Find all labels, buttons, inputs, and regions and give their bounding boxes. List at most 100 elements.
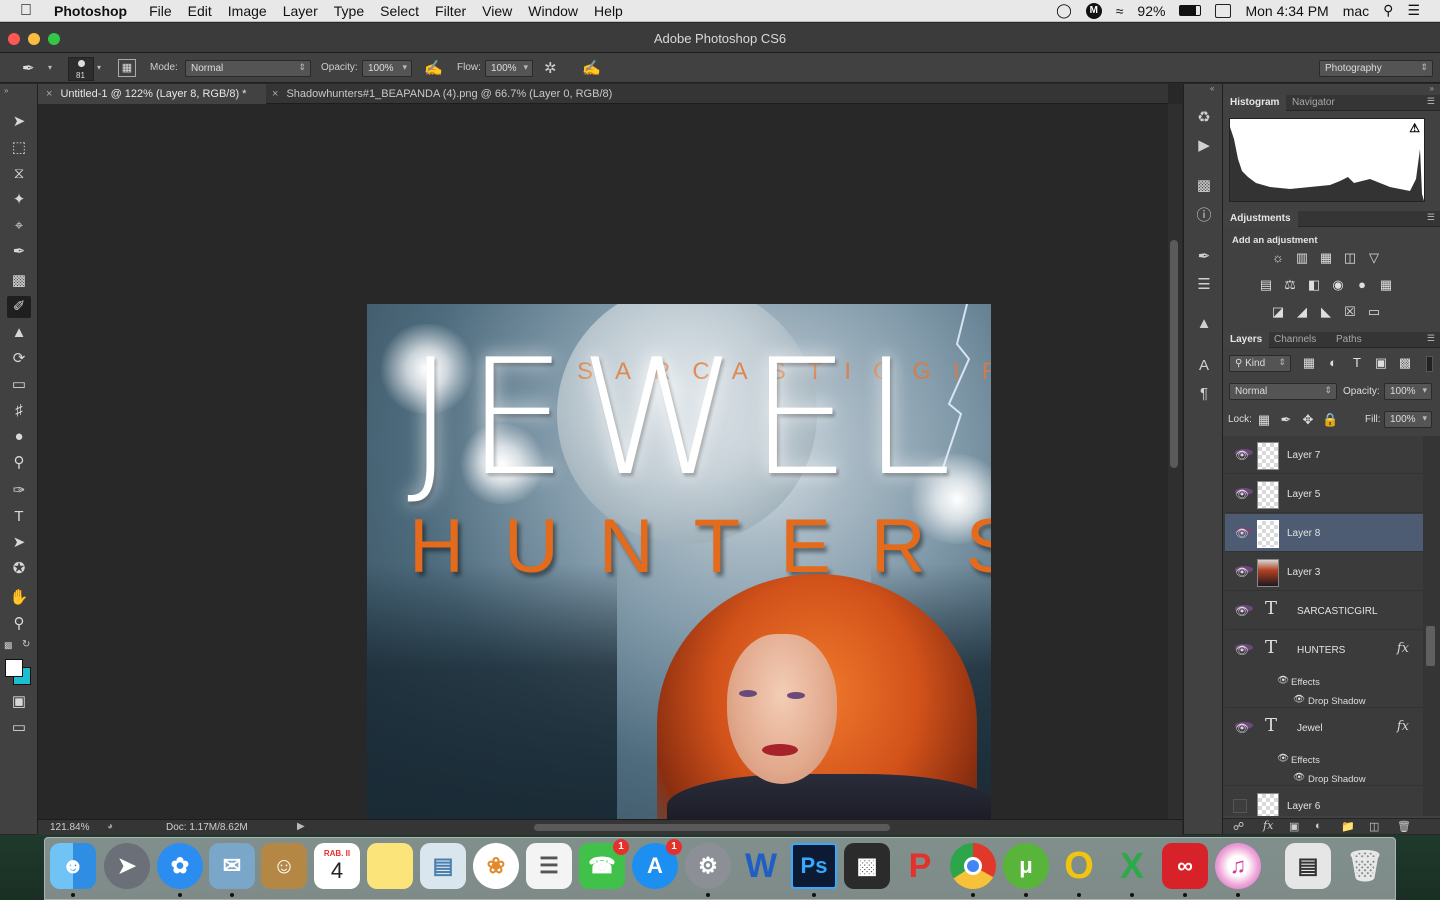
zoom-tool-icon[interactable]: ⚲ [7,613,31,635]
history-panel-icon[interactable]: ♻ [1194,108,1214,128]
filter-toggle-switch[interactable] [1426,356,1433,372]
blur-tool-icon[interactable]: ● [7,426,31,448]
magic-wand-tool-icon[interactable]: ✦ [7,189,31,211]
menu-layer[interactable]: Layer [283,3,318,19]
brush-tool-icon[interactable]: ✐ [7,296,31,318]
foreground-color-swatch[interactable] [5,659,23,677]
path-selection-tool-icon[interactable]: ➤ [7,532,31,554]
menu-image[interactable]: Image [228,3,267,19]
pressure-size-icon[interactable]: ✍ [582,59,601,77]
visibility-toggle-empty[interactable] [1233,799,1247,813]
status-menu-arrow-icon[interactable]: ▶ [297,821,305,832]
filter-pixel-icon[interactable]: ▦ [1301,356,1317,370]
m-status-icon[interactable]: M [1085,2,1102,19]
opacity-field[interactable]: 100% ▾ [362,60,412,77]
new-layer-icon[interactable]: ◫ [1369,820,1379,833]
crop-tool-icon[interactable]: ⌖ [7,215,31,237]
channel-mixer-icon[interactable]: ● [1354,278,1370,292]
custom-shape-tool-icon[interactable]: ✪ [7,558,31,580]
layer-row-hunters[interactable]: 👁 T HUNTERS fx 👁 Effects 👁 Drop Shadow [1225,631,1423,708]
collapse-tools-icon[interactable]: » [4,86,8,95]
layer-name[interactable]: HUNTERS [1297,645,1345,656]
drop-shadow-label[interactable]: Drop Shadow [1308,774,1366,785]
visibility-eye-icon[interactable]: 👁 [1235,605,1253,618]
opera-icon[interactable]: O [1056,843,1102,889]
black-white-icon[interactable]: ◧ [1306,278,1322,292]
clone-stamp-tool-icon[interactable]: ▲ [7,322,31,344]
reminders-icon[interactable]: ☰ [526,843,572,889]
menu-type[interactable]: Type [334,3,364,19]
brush-panel-toggle-icon[interactable]: ▦ [118,59,136,77]
menu-window[interactable]: Window [528,3,578,19]
screen-mode-icon[interactable]: ▭ [7,717,31,739]
layer-filter-kind[interactable]: ⚲ Kind ⇕ [1229,355,1291,372]
wps-icon[interactable]: P [897,843,943,889]
swap-colors-icon[interactable]: ↻ [22,639,30,650]
tab-adjustments[interactable]: Adjustments [1223,211,1298,227]
layer-thumbnail[interactable] [1257,559,1279,587]
layer-name[interactable]: Jewel [1297,723,1323,734]
brush-size-picker[interactable]: 81 [68,57,94,81]
gradient-map-icon[interactable]: ▭ [1366,305,1382,319]
selective-color-icon[interactable]: ☒ [1342,305,1358,319]
final-cut-icon[interactable]: ▩ [844,843,890,889]
add-mask-icon[interactable]: ▣ [1289,820,1299,833]
eyedropper-tool-icon[interactable]: ✒ [7,241,31,263]
zoom-level[interactable]: 121.84% [50,822,89,833]
photoshop-icon[interactable]: Ps [791,843,837,889]
text-layer-icon[interactable]: T [1265,715,1277,736]
visibility-eye-icon[interactable]: 👁 [1235,488,1253,501]
lasso-tool-icon[interactable]: ⧖ [7,163,31,185]
visibility-eye-icon[interactable]: 👁 [1235,449,1253,462]
menu-edit[interactable]: Edit [188,3,212,19]
tab-histogram[interactable]: Histogram [1223,95,1287,111]
info-panel-icon[interactable]: ⓘ [1194,206,1214,226]
layer-thumbnail[interactable] [1257,793,1279,816]
fill-field[interactable]: 100% ▾ [1384,411,1432,428]
layer-thumbnail[interactable] [1257,442,1279,470]
blend-mode-dropdown[interactable]: Normal ⇕ [1229,383,1337,400]
posterize-icon[interactable]: ◢ [1294,305,1310,319]
layer-thumbnail[interactable] [1257,481,1279,509]
contacts-icon[interactable]: ☺ [261,843,307,889]
word-icon[interactable]: W [738,843,784,889]
lock-all-icon[interactable]: 🔒 [1322,413,1338,427]
panel-menu-icon[interactable]: ☰ [1427,96,1435,107]
character-panel-icon[interactable]: A [1194,356,1214,376]
app-store-icon[interactable]: A1 [632,839,682,889]
notes-icon[interactable] [367,843,413,889]
canvas-area[interactable]: SARCASTICGIRL JEWEL HUNTERS [38,104,1168,820]
creative-cloud-status-icon[interactable]: ◯ [1056,2,1072,19]
lock-transparent-icon[interactable]: ▦ [1256,413,1272,427]
3d-panel-icon[interactable]: ▩ [1194,176,1214,196]
notification-list-icon[interactable]: ☰ [1407,2,1420,19]
pen-tool-icon[interactable]: ✑ [7,480,31,502]
screenshot-icon[interactable]: ▤ [1285,843,1331,889]
pressure-opacity-icon[interactable]: ✍ [424,59,443,77]
tab-untitled-1[interactable]: × Untitled-1 @ 122% (Layer 8, RGB/8) * [38,84,266,104]
levels-icon[interactable]: ▥ [1294,251,1310,265]
layer-name[interactable]: Layer 5 [1287,489,1320,500]
layer-name[interactable]: Layer 8 [1287,528,1320,539]
document-canvas[interactable]: SARCASTICGIRL JEWEL HUNTERS [367,304,991,820]
layer-row-layer-3[interactable]: 👁 Layer 3 [1225,553,1423,591]
status-info-icon[interactable]: ◕ [107,821,113,832]
paragraph-panel-icon[interactable]: ¶ [1194,384,1214,404]
finder-icon[interactable]: ☻ [50,843,96,889]
effects-label[interactable]: Effects [1291,677,1320,688]
itunes-icon[interactable]: ♫ [1215,843,1261,889]
battery-icon[interactable] [1179,5,1202,16]
menubar-datetime[interactable]: Mon 4:34 PM [1245,3,1328,19]
photos-icon[interactable]: ❀ [473,843,519,889]
tool-preset-dropdown-arrow[interactable]: ▾ [48,63,52,72]
excel-icon[interactable]: X [1109,843,1155,889]
collapse-panels-icon[interactable]: » [1430,84,1434,93]
menubar-user[interactable]: mac [1343,3,1369,19]
layers-scrollbar[interactable] [1423,436,1440,816]
spotlight-search-icon[interactable]: ⚲ [1383,2,1393,19]
brush-tool-preset-icon[interactable]: ✒ [22,59,35,77]
mail-icon[interactable]: ✉ [209,843,255,889]
facetime-icon[interactable]: ☎ 1 [579,839,629,889]
creative-cloud-icon[interactable]: ∞ [1162,843,1208,889]
layer-row-sarcasticgirl[interactable]: 👁 T SARCASTICGIRL [1225,592,1423,630]
